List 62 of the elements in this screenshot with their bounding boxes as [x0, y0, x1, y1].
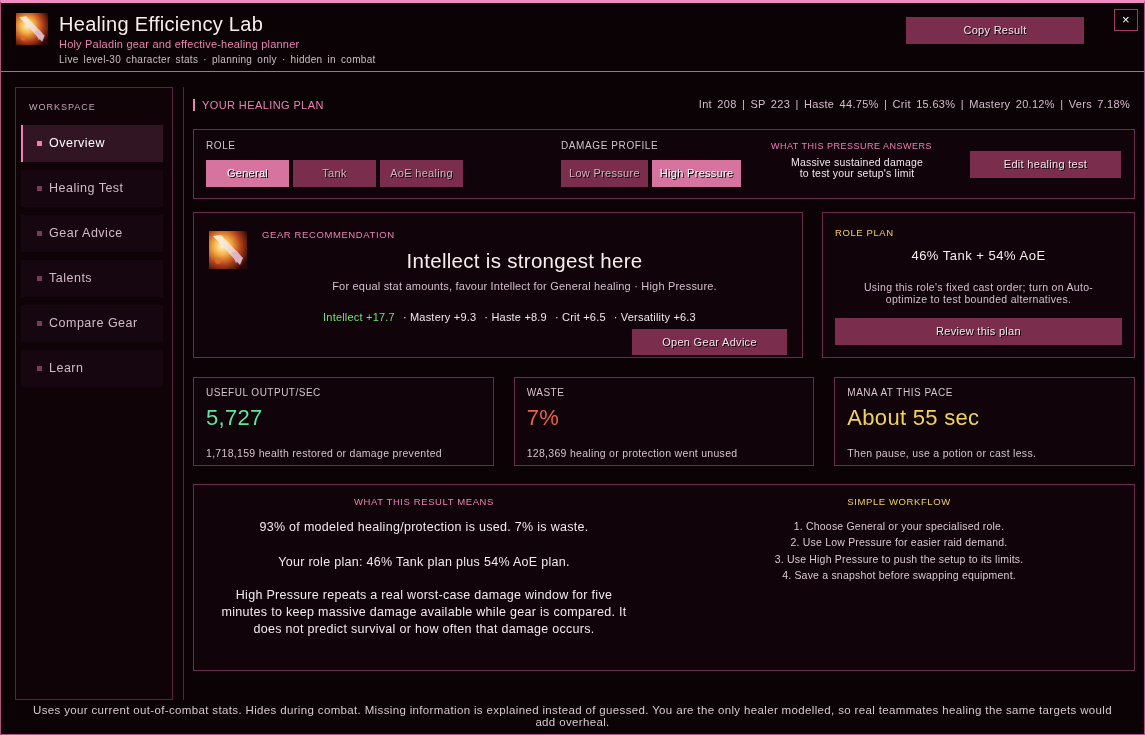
pressure-toggle-button[interactable]: Low Pressure — [561, 160, 648, 187]
stat-weight: · Crit +6.5 — [554, 310, 606, 324]
workflow-step: 3. Use High Pressure to push the setup to its limits. — [684, 550, 1114, 567]
recommendation-text: For equal stat amounts, favour Intellect for General healing · High Pressure. — [331, 279, 718, 293]
stat-weight: · Haste +8.9 — [484, 310, 547, 324]
group-label: ROLE — [206, 140, 237, 152]
copy-result-button[interactable]: Copy Result — [906, 17, 1084, 44]
square-bullet-icon — [37, 231, 42, 236]
section-heading: YOUR HEALING PLAN — [193, 99, 324, 111]
explanation-text: High Pressure repeats a real worst-case damage window for five minutes to keep massive damage available while gear is compared. It does not predict survival or how often that damage occurs. — [220, 587, 628, 638]
workflow-step: 2. Use Low Pressure for easier raid demand. — [684, 534, 1114, 551]
metric-value: 5,727 — [206, 405, 264, 431]
section-heading: WHAT THIS PRESSURE ANSWERS — [771, 140, 934, 152]
role-toggle-button[interactable]: AoE healing — [380, 160, 463, 187]
sidebar-item[interactable]: Healing Test — [21, 170, 163, 207]
status-text: Live level-30 character stats · planning only · hidden in combat — [59, 53, 376, 66]
sidebar-item[interactable]: Overview — [21, 125, 163, 162]
plan-summary: 46% Tank + 54% AoE — [910, 248, 1047, 264]
metric-detail: 1,718,159 health restored or damage prevented — [206, 446, 443, 460]
sidebar-heading: WORKSPACE — [28, 101, 97, 113]
sidebar-item[interactable]: Compare Gear — [21, 305, 163, 342]
workflow-step: 4. Save a snapshot before swapping equipment. — [684, 566, 1114, 584]
open-gear-advice-button[interactable]: Open Gear Advice — [632, 329, 787, 355]
metric-label: MANA AT THIS PACE — [847, 387, 954, 399]
edit-test-button[interactable]: Edit healing test — [970, 150, 1121, 178]
workflow-step: 1. Choose General or your specialised role. — [684, 518, 1114, 535]
section-heading: ROLE PLAN — [835, 227, 895, 239]
answer-text: Massive sustained damage to test your setup's limit — [789, 157, 924, 179]
square-bullet-icon — [37, 276, 42, 281]
stat-weight: · Versatility +6.3 — [613, 310, 696, 324]
review-plan-button[interactable]: Review this plan — [835, 318, 1122, 345]
metric-label: WASTE — [526, 387, 566, 399]
square-bullet-icon — [37, 186, 42, 191]
metric-detail: Then pause, use a potion or cast less. — [847, 446, 1038, 460]
window-title: Healing Efficiency Lab — [59, 12, 265, 36]
role-toggle-button[interactable]: Tank — [293, 160, 376, 187]
square-bullet-icon — [37, 141, 42, 146]
close-button[interactable]: × — [1114, 9, 1138, 31]
subtitle-text: Holy Paladin gear and effective-healing planner — [59, 37, 301, 51]
section-heading: GEAR RECOMMENDATION — [262, 229, 396, 241]
metric-value: 7% — [526, 405, 561, 431]
stat-weight: · Mastery +9.3 — [402, 310, 477, 324]
explanation-text: Your role plan: 46% Tank plan plus 54% AoE plan. — [277, 554, 571, 570]
group-label: DAMAGE PROFILE — [561, 140, 660, 152]
plan-note: Using this role's fixed cast order; turn on Auto-optimize to test bounded alternatives. — [862, 282, 1095, 305]
square-bullet-icon — [37, 321, 42, 326]
stats-summary: Int 208 | SP 223 | Haste 44.75% | Crit 15.63% | Mastery 20.12% | Vers 7.18% — [698, 98, 1130, 112]
sidebar-item[interactable]: Learn — [21, 350, 163, 387]
stat-weight: Intellect +17.7 — [323, 310, 395, 324]
section-heading: SIMPLE WORKFLOW — [846, 496, 952, 508]
sidebar-item[interactable]: Talents — [21, 260, 163, 297]
footer-note: Uses your current out-of-combat stats. Hides during combat. Missing information is explained instead of guessed. You are the only healer modelled, so real teammates healing the same targets would add overheal. — [33, 704, 1112, 728]
section-heading: WHAT THIS RESULT MEANS — [352, 496, 496, 508]
explanation-text: 93% of modeled healing/protection is used. 7% is waste. — [258, 519, 590, 535]
glowing-streak-icon — [209, 231, 247, 269]
metric-detail: 128,369 healing or protection went unused — [526, 446, 739, 460]
metric-label: USEFUL OUTPUT/SEC — [206, 387, 322, 399]
metric-value: About 55 sec — [847, 405, 981, 431]
recommendation-title: Intellect is strongest here — [405, 248, 644, 274]
square-bullet-icon — [37, 366, 42, 371]
glowing-streak-icon — [16, 13, 48, 45]
sidebar-item[interactable]: Gear Advice — [21, 215, 163, 252]
